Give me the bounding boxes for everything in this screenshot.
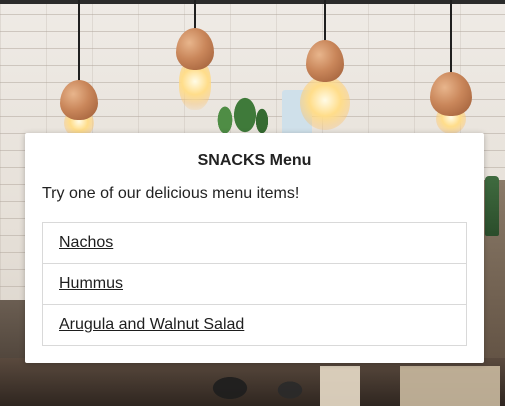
menu-modal: SNACKS Menu Try one of our delicious men… [25,133,484,363]
menu-item-link-nachos[interactable]: Nachos [59,234,113,252]
background-counter-items [200,366,500,406]
menu-list: Nachos Hummus Arugula and Walnut Salad [42,222,467,346]
lamp-bulb [300,76,350,130]
lamp-cord [450,0,452,74]
pendant-lamp [300,0,350,135]
lamp-shade [306,40,344,82]
menu-item-link-hummus[interactable]: Hummus [59,275,123,293]
background-bottle [485,176,499,236]
list-item: Nachos [43,223,466,264]
list-item: Hummus [43,264,466,305]
pendant-lamp [430,0,472,135]
menu-item-link-arugula-salad[interactable]: Arugula and Walnut Salad [59,316,244,334]
viewport: SNACKS Menu Try one of our delicious men… [0,0,505,406]
modal-title: SNACKS Menu [197,152,312,169]
lamp-cord [78,0,80,82]
lamp-shade [430,72,472,116]
modal-description: Try one of our delicious menu items! [42,185,300,202]
lamp-shade [176,28,214,70]
pendant-lamp [176,0,214,120]
lamp-cord [324,0,326,42]
pendant-lamp [60,0,98,138]
lamp-shade [60,80,98,120]
list-item: Arugula and Walnut Salad [43,305,466,345]
